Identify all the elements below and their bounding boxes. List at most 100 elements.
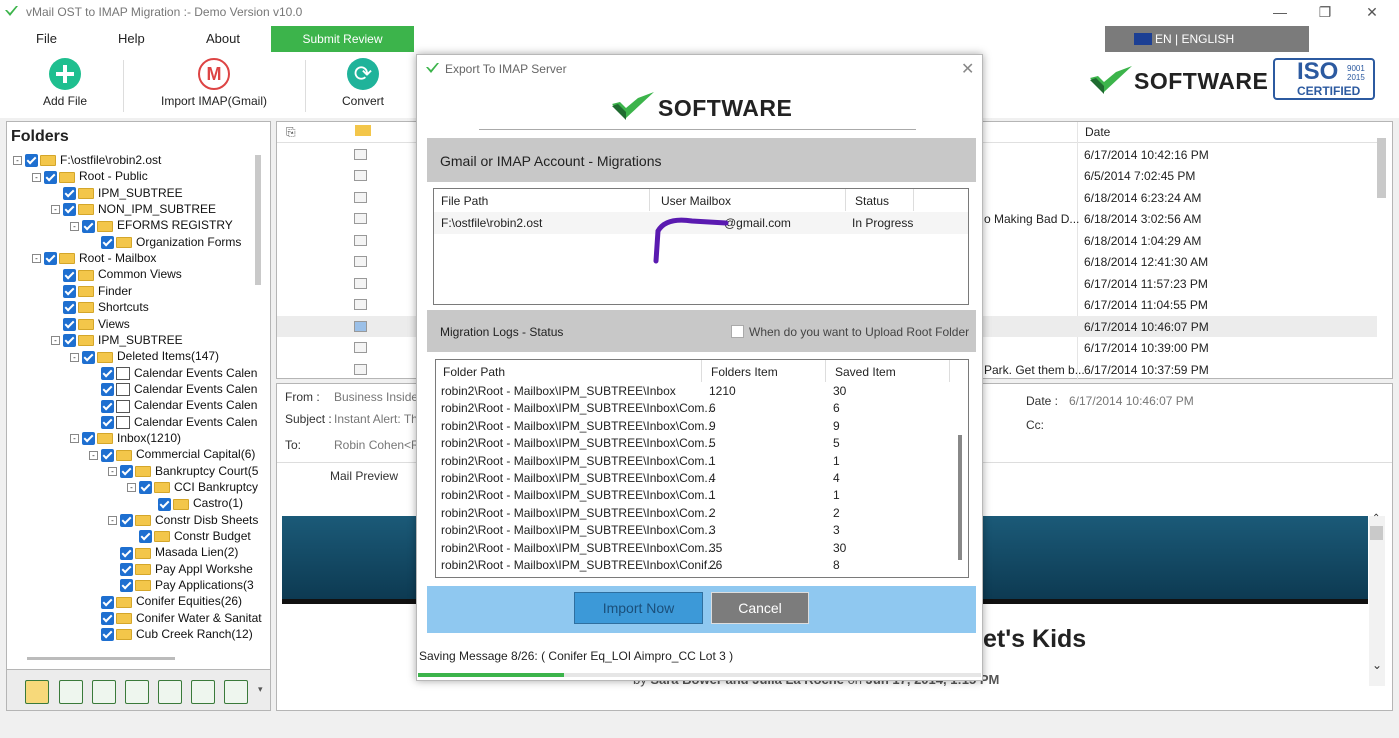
col-file-path[interactable]: File Path [434, 189, 650, 211]
collapse-icon[interactable]: - [70, 352, 79, 362]
folder-tree-item[interactable]: - F:\ostfile\robin2.ost [13, 153, 161, 169]
calendar-icon[interactable] [125, 680, 149, 704]
folder-tree-item[interactable]: - Root - Public [32, 169, 148, 185]
tab-mail-preview[interactable]: Mail Preview [330, 469, 398, 483]
scroll-down-icon[interactable]: ⌄ [1372, 658, 1382, 672]
folder-scrollbar[interactable] [255, 155, 261, 285]
folder-tree-item[interactable]: Calendar Events Calen [89, 398, 257, 414]
folder-tree-item[interactable]: Constr Budget [127, 529, 251, 545]
folder-tree-item[interactable]: Conifer Water & Sanitat [89, 611, 262, 627]
import-imap-button[interactable]: M Import IMAP(Gmail) [152, 58, 276, 108]
folder-view-icon[interactable] [25, 680, 49, 704]
date-column-header[interactable]: Date [1085, 125, 1110, 139]
log-row[interactable]: robin2\Root - Mailbox\IPM_SUBTREE\Inbox\… [436, 469, 951, 486]
log-row[interactable]: robin2\Root - Mailbox\IPM_SUBTREE\Inbox\… [436, 504, 951, 521]
folder-tree-item[interactable]: Pay Appl Workshe [108, 562, 253, 578]
folder-checkbox[interactable] [101, 399, 114, 413]
folder-checkbox[interactable] [63, 187, 76, 201]
folder-tree-item[interactable]: - Commercial Capital(6) [89, 447, 255, 463]
log-row[interactable]: robin2\Root - Mailbox\IPM_SUBTREE\Inbox\… [436, 417, 951, 434]
folder-tree-item[interactable]: Pay Applications(3 [108, 578, 254, 594]
folder-checkbox[interactable] [120, 514, 133, 528]
collapse-icon[interactable]: - [127, 483, 136, 493]
col-folder-path[interactable]: Folder Path [436, 360, 702, 382]
log-row[interactable]: robin2\Root - Mailbox\IPM_SUBTREE\Inbox\… [436, 556, 951, 573]
collapse-icon[interactable]: - [32, 172, 41, 182]
folder-tree-item[interactable]: - Constr Disb Sheets [108, 513, 258, 529]
log-row[interactable]: robin2\Root - Mailbox\IPM_SUBTREE\Inbox 1… [436, 382, 951, 399]
col-user-mailbox[interactable]: User Mailbox [654, 189, 846, 211]
folder-checkbox[interactable] [82, 219, 95, 233]
folder-tree-item[interactable]: - NON_IPM_SUBTREE [51, 202, 216, 218]
preview-scrollbar[interactable]: ⌃ ⌄ [1369, 513, 1385, 686]
collapse-icon[interactable]: - [13, 156, 22, 166]
folder-checkbox[interactable] [63, 317, 76, 331]
collapse-icon[interactable]: - [89, 450, 98, 460]
log-row[interactable]: robin2\Root - Mailbox\IPM_SUBTREE\Inbox\… [436, 399, 951, 416]
log-row[interactable]: robin2\Root - Mailbox\IPM_SUBTREE\Inbox\… [436, 486, 951, 503]
folder-tree-item[interactable]: Calendar Events Calen [89, 415, 257, 431]
logs-scrollbar[interactable] [958, 435, 962, 560]
collapse-icon[interactable]: - [70, 221, 79, 231]
contacts-icon[interactable] [92, 680, 116, 704]
notes-icon[interactable] [191, 680, 215, 704]
collapse-icon[interactable]: - [32, 254, 41, 264]
folder-checkbox[interactable] [101, 383, 114, 397]
folder-tree-item[interactable]: - CCI Bankruptcy [127, 480, 258, 496]
folder-checkbox[interactable] [63, 334, 76, 348]
folder-tree-item[interactable]: Calendar Events Calen [89, 382, 257, 398]
folder-checkbox[interactable] [139, 481, 152, 495]
collapse-icon[interactable]: - [70, 434, 79, 444]
folder-checkbox[interactable] [82, 350, 95, 364]
folder-hscroll[interactable] [27, 657, 175, 660]
folder-tree-item[interactable]: IPM_SUBTREE [51, 186, 183, 202]
folder-checkbox[interactable] [63, 268, 76, 282]
tasks-icon[interactable] [158, 680, 182, 704]
folder-tree-item[interactable]: - Inbox(1210) [70, 431, 181, 447]
folder-tree-item[interactable]: Masada Lien(2) [108, 545, 238, 561]
cancel-button[interactable]: Cancel [711, 592, 809, 624]
folder-checkbox[interactable] [44, 170, 57, 184]
folder-checkbox[interactable] [101, 448, 114, 462]
folder-tree-item[interactable]: - Bankruptcy Court(5 [108, 464, 258, 480]
collapse-icon[interactable]: - [108, 466, 117, 476]
dialog-close-icon[interactable]: ✕ [961, 59, 974, 79]
folder-tree-item[interactable]: Views [51, 317, 130, 333]
collapse-icon[interactable]: - [108, 516, 117, 526]
folder-tree-item[interactable]: - IPM_SUBTREE [51, 333, 183, 349]
folder-tree-item[interactable]: Common Views [51, 267, 182, 283]
close-window-button[interactable]: ✕ [1357, 2, 1387, 22]
log-row[interactable]: robin2\Root - Mailbox\IPM_SUBTREE\Inbox\… [436, 434, 951, 451]
folder-tree-item[interactable]: Finder [51, 284, 132, 300]
folder-checkbox[interactable] [63, 203, 76, 217]
folder-checkbox[interactable] [101, 595, 114, 609]
col-folders-item[interactable]: Folders Item [704, 360, 826, 382]
folder-tree-item[interactable]: Conifer Equities(26) [89, 594, 242, 610]
folder-checkbox[interactable] [120, 546, 133, 560]
folder-checkbox[interactable] [101, 236, 114, 250]
preview-scroll-thumb[interactable] [1370, 526, 1383, 540]
folder-tree-item[interactable]: Castro(1) [146, 496, 243, 512]
folder-checkbox[interactable] [101, 366, 114, 380]
menu-about[interactable]: About [206, 31, 240, 46]
folder-tree-item[interactable]: Cub Creek Ranch(12) [89, 627, 253, 643]
folder-tree-item[interactable]: - EFORMS REGISTRY [70, 218, 233, 234]
folder-checkbox[interactable] [120, 464, 133, 478]
upload-root-checkbox[interactable] [731, 325, 744, 338]
minimize-button[interactable]: — [1265, 2, 1295, 22]
folder-checkbox[interactable] [139, 530, 152, 544]
more-icon[interactable]: ▾ [258, 684, 263, 695]
folder-checkbox[interactable] [25, 154, 38, 168]
mail-list-scrollbar[interactable] [1377, 138, 1386, 198]
convert-button[interactable]: ⟳ Convert [333, 58, 393, 108]
add-file-button[interactable]: Add File [34, 58, 96, 108]
log-row[interactable]: robin2\Root - Mailbox\IPM_SUBTREE\Inbox\… [436, 539, 951, 556]
maximize-button[interactable]: ❐ [1310, 2, 1340, 22]
folder-checkbox[interactable] [101, 415, 114, 429]
folder-checkbox[interactable] [158, 497, 171, 511]
import-now-button[interactable]: Import Now [574, 592, 703, 624]
folder-tree-item[interactable]: Shortcuts [51, 300, 149, 316]
folder-checkbox[interactable] [101, 612, 114, 626]
folder-tree-item[interactable]: Organization Forms [89, 235, 241, 251]
menu-file[interactable]: File [36, 31, 57, 46]
